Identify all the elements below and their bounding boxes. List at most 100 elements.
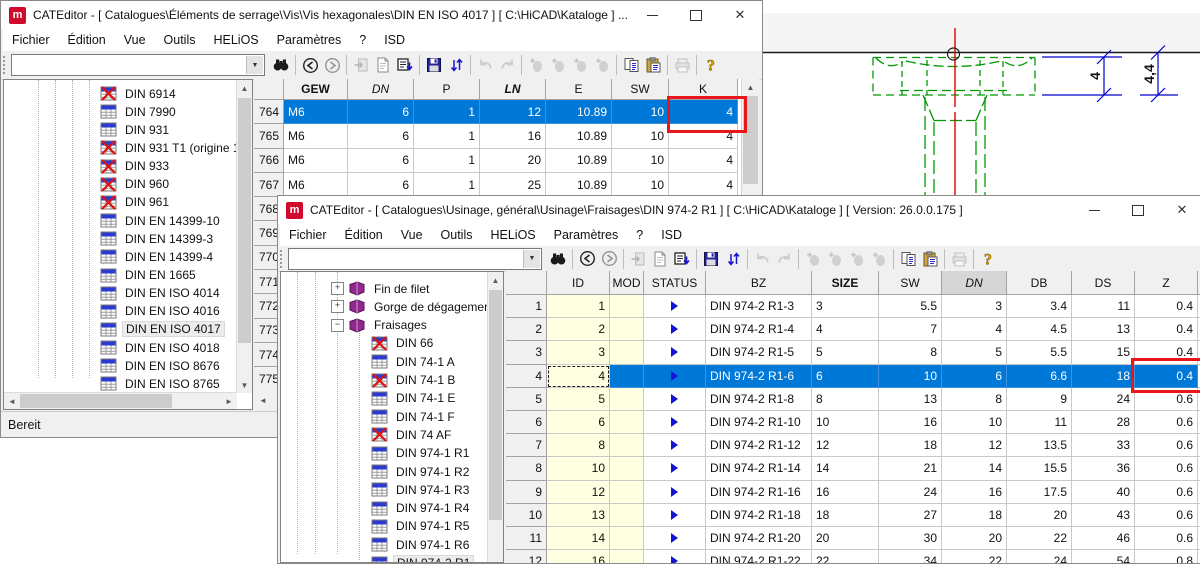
data-cell[interactable]: 16 — [480, 124, 546, 148]
id-cell[interactable]: 6 — [547, 411, 610, 434]
db-cell[interactable]: 11 — [1007, 411, 1072, 434]
tree-item-din-en-1665[interactable]: DIN EN 1665 — [100, 267, 199, 284]
z-cell[interactable]: 0.6 — [1135, 481, 1198, 504]
save-button[interactable] — [700, 248, 722, 270]
size-cell[interactable]: 18 — [812, 504, 879, 527]
data-cell[interactable]: 4 — [669, 149, 738, 173]
db-cell[interactable]: 13.5 — [1007, 434, 1072, 457]
tree-item-din-en-iso-8765[interactable]: DIN EN ISO 8765 — [100, 375, 223, 392]
search-combo-input[interactable] — [290, 250, 523, 268]
bz-cell[interactable]: DIN 974-2 R1-16 — [706, 481, 812, 504]
tree-item-din-74-1-e[interactable]: DIN 74-1 E — [371, 390, 458, 407]
column-header-STATUS[interactable]: STATUS — [644, 271, 706, 295]
tree-item-din-74-1-b[interactable]: DIN 74-1 B — [371, 372, 458, 389]
column-header-rownum[interactable] — [506, 271, 547, 295]
status-cell[interactable] — [644, 457, 706, 480]
mod-cell[interactable] — [610, 481, 644, 504]
size-cell[interactable]: 22 — [812, 550, 879, 563]
ds-cell[interactable]: 36 — [1072, 457, 1135, 480]
menu-item--dition[interactable]: Édition — [59, 33, 115, 47]
z-cell[interactable]: 0.4 — [1135, 318, 1198, 341]
size-cell[interactable]: 6 — [812, 365, 879, 388]
size-cell[interactable]: 16 — [812, 481, 879, 504]
sort-button[interactable] — [445, 54, 467, 76]
tree-vertical-scrollbar[interactable]: ▲ — [487, 272, 503, 562]
table-row[interactable]: 810DIN 974-2 R1-1414211415.5360.6 — [506, 457, 1200, 480]
tree-item-din-en-14399-10[interactable]: DIN EN 14399-10 — [100, 212, 223, 229]
menu-item--[interactable]: ? — [350, 33, 375, 47]
mod-cell[interactable] — [610, 318, 644, 341]
expand-plus-icon[interactable]: + — [331, 300, 344, 313]
tree-item-din-en-iso-4016[interactable]: DIN EN ISO 4016 — [100, 303, 223, 320]
new-doc-button[interactable] — [649, 248, 671, 270]
z-cell[interactable]: 0.6 — [1135, 527, 1198, 550]
menu-item-vue[interactable]: Vue — [392, 228, 432, 242]
help-button[interactable]: ? — [700, 54, 722, 76]
scroll-down-icon[interactable]: ▼ — [237, 379, 252, 391]
record-1-button[interactable] — [802, 248, 824, 270]
table-row[interactable]: 765M6611610.89104 — [254, 124, 741, 148]
mod-cell[interactable] — [610, 527, 644, 550]
new-doc-button[interactable] — [372, 54, 394, 76]
scroll-left-icon[interactable]: ◄ — [257, 391, 269, 409]
column-header-DN[interactable]: DN — [348, 79, 414, 100]
record-1-button[interactable] — [525, 54, 547, 76]
tree-item-din-974-1-r6[interactable]: DIN 974-1 R6 — [371, 536, 472, 553]
size-cell[interactable]: 4 — [812, 318, 879, 341]
record-2-button[interactable] — [547, 54, 569, 76]
tree-item-din-960[interactable]: DIN 960 — [100, 176, 172, 193]
id-cell[interactable]: 3 — [547, 341, 610, 364]
data-cell[interactable]: 10 — [612, 173, 669, 197]
size-cell[interactable]: 8 — [812, 388, 879, 411]
ds-cell[interactable]: 15 — [1072, 341, 1135, 364]
column-header-GEW[interactable]: GEW — [284, 79, 348, 100]
tree-item-din-en-14399-4[interactable]: DIN EN 14399-4 — [100, 248, 216, 265]
z-cell[interactable]: 0.6 — [1135, 434, 1198, 457]
id-cell[interactable]: 12 — [547, 481, 610, 504]
data-cell[interactable]: 1 — [414, 149, 480, 173]
status-cell[interactable] — [644, 295, 706, 318]
data-cell[interactable]: 10 — [612, 100, 669, 124]
db-cell[interactable]: 20 — [1007, 504, 1072, 527]
table-row[interactable]: 912DIN 974-2 R1-1616241617.5400.6 — [506, 481, 1200, 504]
db-cell[interactable]: 22 — [1007, 527, 1072, 550]
menu-item-fichier[interactable]: Fichier — [280, 228, 336, 242]
size-cell[interactable]: 20 — [812, 527, 879, 550]
find-button[interactable] — [547, 248, 569, 270]
tree-item-din-974-1-r1[interactable]: DIN 974-1 R1 — [371, 445, 472, 462]
column-header-BZ[interactable]: BZ — [706, 271, 812, 295]
ds-cell[interactable]: 43 — [1072, 504, 1135, 527]
tree-item-din-en-14399-3[interactable]: DIN EN 14399-3 — [100, 230, 216, 247]
toolbar-grip-handle[interactable] — [280, 250, 285, 268]
redo-button[interactable] — [773, 248, 795, 270]
column-header-SW[interactable]: SW — [879, 271, 942, 295]
scroll-left-icon[interactable]: ◄ — [6, 393, 18, 409]
combo-dropdown-arrow-icon[interactable]: ▼ — [523, 250, 540, 268]
scroll-up-icon[interactable]: ▲ — [488, 274, 503, 286]
menu-item--[interactable]: ? — [627, 228, 652, 242]
column-header-P[interactable]: P — [414, 79, 480, 100]
data-cell[interactable]: 6 — [348, 149, 414, 173]
dn-cell[interactable]: 5 — [942, 341, 1007, 364]
scroll-thumb[interactable] — [20, 394, 172, 408]
dn-cell[interactable]: 16 — [942, 481, 1007, 504]
data-cell[interactable]: 6 — [348, 173, 414, 197]
save-button[interactable] — [423, 54, 445, 76]
close-button[interactable] — [1160, 196, 1200, 224]
ds-cell[interactable]: 18 — [1072, 365, 1135, 388]
tree-item-din-en-iso-4014[interactable]: DIN EN ISO 4014 — [100, 285, 223, 302]
menu-item-fichier[interactable]: Fichier — [3, 33, 59, 47]
status-cell[interactable] — [644, 550, 706, 563]
sw-cell[interactable]: 18 — [879, 434, 942, 457]
menu-item-helios[interactable]: HELiOS — [481, 228, 544, 242]
menu-item-param-tres[interactable]: Paramètres — [268, 33, 351, 47]
db-cell[interactable]: 5.5 — [1007, 341, 1072, 364]
bz-cell[interactable]: DIN 974-2 R1-6 — [706, 365, 812, 388]
menu-item-outils[interactable]: Outils — [155, 33, 205, 47]
size-cell[interactable]: 3 — [812, 295, 879, 318]
id-cell[interactable]: 4 — [547, 365, 610, 388]
column-header-MOD[interactable]: MOD — [610, 271, 644, 295]
scroll-thumb[interactable] — [238, 98, 251, 343]
dn-cell[interactable]: 22 — [942, 550, 1007, 563]
minimize-button[interactable] — [630, 1, 674, 29]
